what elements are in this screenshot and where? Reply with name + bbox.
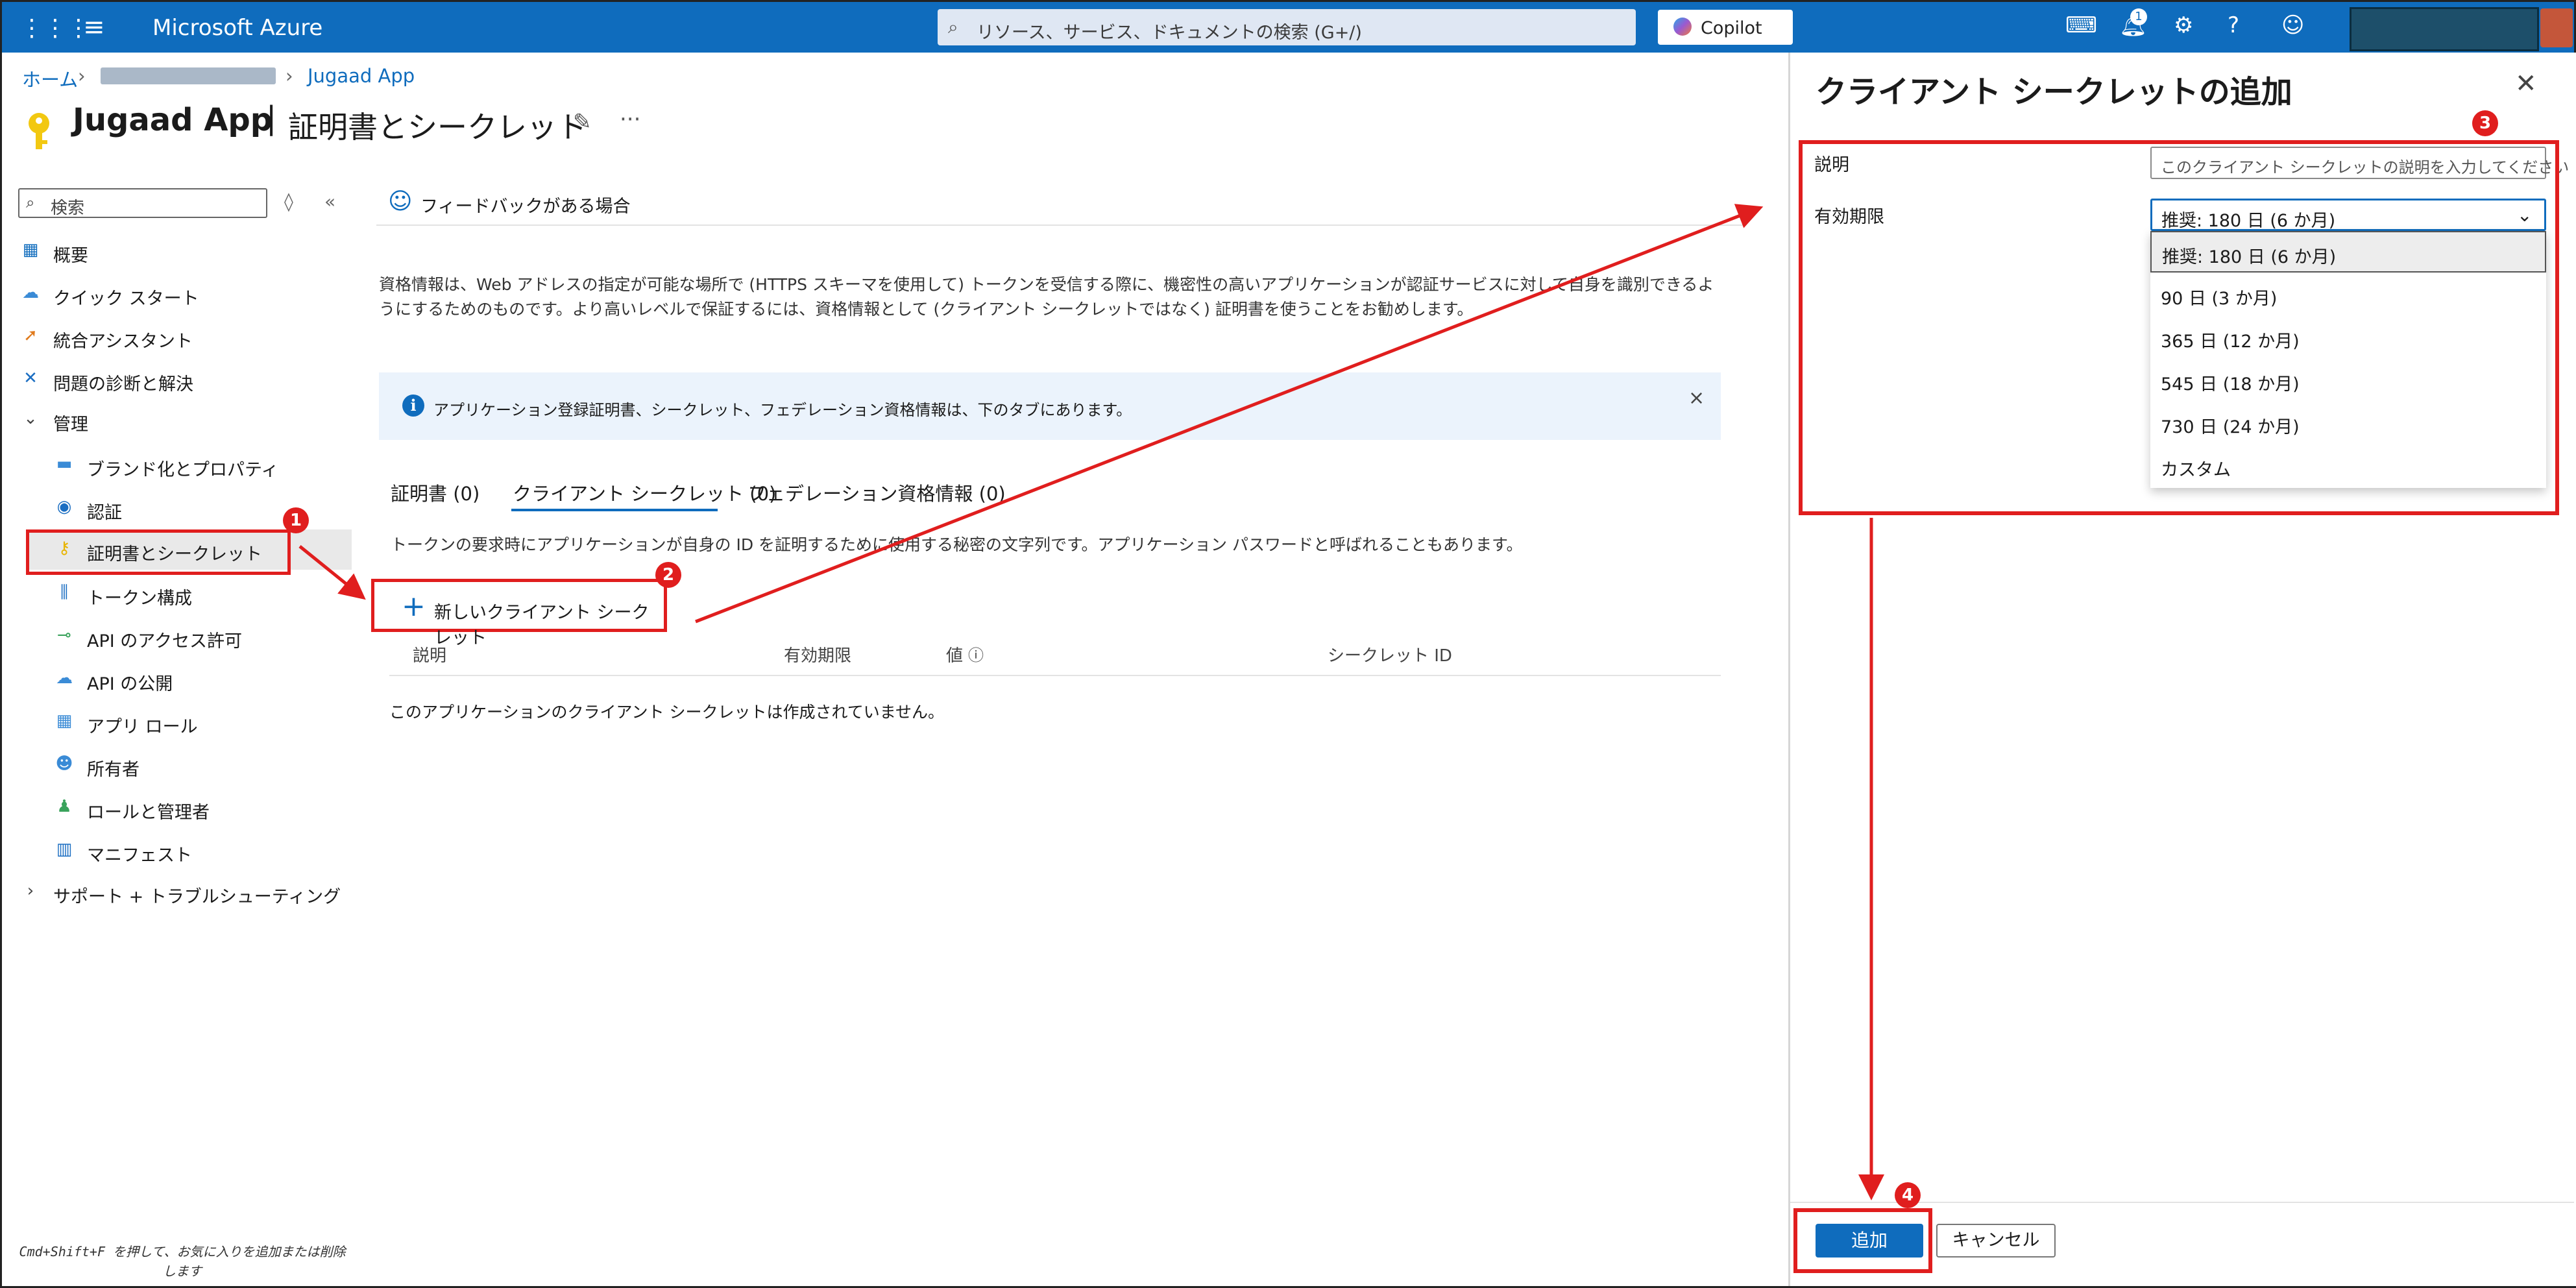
arrow-step1-to-step2 [298, 545, 366, 600]
annotation-arrows [298, 204, 1884, 1200]
arrow-step2-to-step3 [695, 204, 1764, 624]
azure-portal-page: ⋮⋮⋮ ≡ Microsoft Azure ⌕ リソース、サービス、ドキュメント… [0, 0, 2576, 1288]
